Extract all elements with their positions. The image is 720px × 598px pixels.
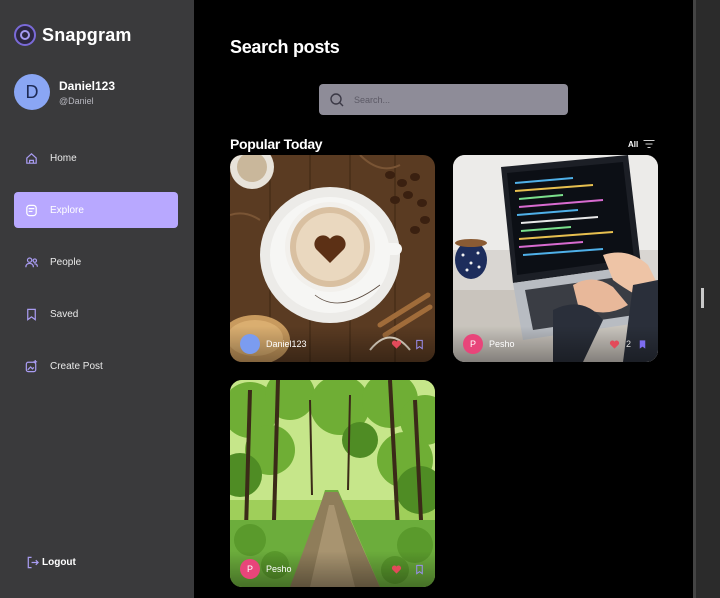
avatar: D <box>14 74 50 110</box>
profile-handle: @Daniel <box>59 95 94 106</box>
sidebar-item-label: Home <box>50 152 77 164</box>
post-card[interactable]: P Pesho 2 <box>453 155 658 362</box>
post-author-name[interactable]: Pesho <box>489 339 609 349</box>
sidebar-item-label: Create Post <box>50 360 103 372</box>
post-author-name[interactable]: Pesho <box>266 564 391 574</box>
scrollbar-handle[interactable] <box>701 288 704 308</box>
page-title: Search posts <box>230 37 340 57</box>
sidebar-item-label: Explore <box>50 204 84 216</box>
logout-label: Logout <box>42 557 76 568</box>
post-author-avatar[interactable] <box>240 334 260 354</box>
logout-icon <box>27 556 39 569</box>
sidebar-item-create-post[interactable]: Create Post <box>14 348 178 384</box>
sidebar: Snapgram D Daniel123 @Daniel Home Explor… <box>0 0 194 598</box>
section-title: Popular Today <box>230 136 323 152</box>
filter-icon <box>643 139 655 149</box>
post-card[interactable]: Daniel123 <box>230 155 435 362</box>
search-bar <box>319 84 568 115</box>
sidebar-item-saved[interactable]: Saved <box>14 296 178 332</box>
app-name: Snapgram <box>42 24 132 45</box>
explore-icon <box>24 203 39 218</box>
like-icon[interactable] <box>609 339 620 350</box>
sidebar-item-label: People <box>50 256 82 268</box>
post-card[interactable]: P Pesho <box>230 380 435 587</box>
post-author-avatar[interactable]: P <box>463 334 483 354</box>
bookmark-icon[interactable] <box>414 339 425 350</box>
home-icon <box>24 151 39 166</box>
search-icon <box>330 92 344 106</box>
sidebar-item-people[interactable]: People <box>14 244 178 280</box>
profile-link[interactable]: D Daniel123 @Daniel <box>14 74 115 110</box>
create-post-icon <box>24 359 39 374</box>
search-input[interactable] <box>354 94 534 105</box>
like-icon[interactable] <box>391 339 402 350</box>
sidebar-item-label: Saved <box>50 308 79 320</box>
bookmark-icon <box>24 307 39 322</box>
sidebar-item-explore[interactable]: Explore <box>14 192 178 228</box>
like-icon[interactable] <box>391 564 402 575</box>
filter-label: All <box>628 139 639 149</box>
brand-logo-link[interactable]: Snapgram <box>14 24 132 46</box>
sidebar-item-home[interactable]: Home <box>14 140 178 176</box>
logout-button[interactable]: Logout <box>25 555 76 570</box>
post-author-avatar[interactable]: P <box>240 559 260 579</box>
like-count: 2 <box>625 339 631 349</box>
post-author-name[interactable]: Daniel123 <box>266 339 391 349</box>
sidebar-nav: Home Explore People Saved Create Post <box>14 140 178 400</box>
filter-dropdown[interactable]: All <box>628 139 655 149</box>
people-icon <box>24 255 39 270</box>
bookmark-filled-icon[interactable] <box>637 339 648 350</box>
scrollbar-track[interactable] <box>696 0 720 598</box>
snapgram-logo-icon <box>14 24 36 46</box>
main-content: Search posts Popular Today All <box>194 0 696 598</box>
profile-name: Daniel123 <box>59 78 116 93</box>
bookmark-icon[interactable] <box>414 564 425 575</box>
